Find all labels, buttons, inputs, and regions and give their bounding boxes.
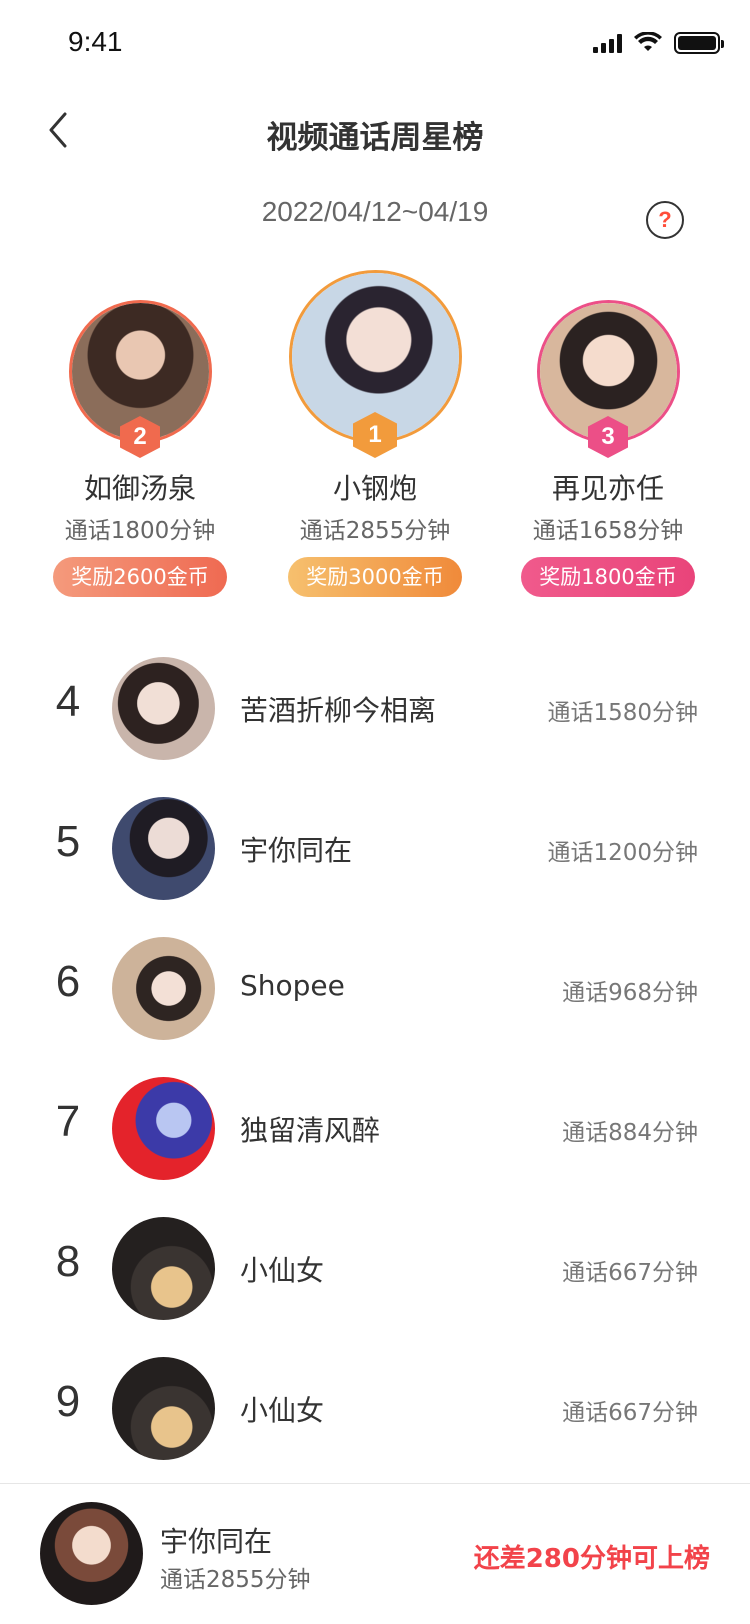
rank-number: 9 [55,1377,81,1426]
gap-to-board: 还差280分钟可上榜 [473,1544,710,1574]
rank-number: 8 [55,1237,81,1286]
rank-number: 4 [55,677,81,726]
my-name: 宇你同在 [160,1525,273,1558]
avatar: 3 [536,300,680,458]
podium-minutes: 通话1800分钟 [64,518,216,544]
wifi-icon [634,32,662,51]
my-minutes: 通话2855分钟 [160,1567,311,1593]
list-item[interactable]: 9 小仙女 通话667分钟 [0,1357,750,1467]
podium-minutes: 通话2855分钟 [299,518,451,544]
podium-rank-1[interactable]: 1 小钢炮 通话2855分钟 奖励3000金币 [275,270,475,597]
call-minutes: 通话968分钟 [562,980,698,1006]
user-name: 苦酒折柳今相离 [240,694,437,727]
reward-badge: 奖励3000金币 [288,557,462,597]
user-name: 小仙女 [240,1254,325,1287]
user-name: 宇你同在 [240,834,353,867]
podium-minutes: 通话1658分钟 [532,518,684,544]
battery-icon [674,32,724,54]
list-item[interactable]: 5 宇你同在 通话1200分钟 [0,797,750,907]
reward-badge: 奖励1800金币 [521,557,695,597]
status-icons [593,32,724,54]
call-minutes: 通话1580分钟 [547,700,698,726]
avatar: 2 [68,300,212,458]
list-item[interactable]: 7 独留清风醉 通话884分钟 [0,1077,750,1187]
podium-name: 如御汤泉 [83,472,196,505]
podium-rank-2[interactable]: 2 如御汤泉 通话1800分钟 奖励2600金币 [40,300,240,597]
signal-icon [593,33,622,53]
rank-number: 5 [55,817,81,866]
page-title: 视频通话周星榜 [266,120,484,156]
my-rank-bar[interactable]: 宇你同在 通话2855分钟 还差280分钟可上榜 [0,1483,750,1624]
user-name: Shopee [240,969,345,1002]
podium-name: 小钢炮 [332,472,417,505]
rank-number: 6 [55,957,81,1006]
call-minutes: 通话1200分钟 [547,840,698,866]
list-item[interactable]: 8 小仙女 通话667分钟 [0,1217,750,1327]
avatar [112,657,215,760]
date-range: 2022/04/12~04/19 [261,196,489,227]
avatar [112,1357,215,1460]
user-name: 小仙女 [240,1394,325,1427]
help-circle-icon[interactable]: ? [646,201,684,239]
podium-name: 再见亦任 [551,472,664,505]
call-minutes: 通话667分钟 [562,1260,698,1286]
avatar [112,1077,215,1180]
user-name: 独留清风醉 [240,1114,381,1147]
reward-badge: 奖励2600金币 [53,557,227,597]
avatar [112,1217,215,1320]
list-item[interactable]: 4 苦酒折柳今相离 通话1580分钟 [0,657,750,767]
avatar [112,937,215,1040]
rank-number: 7 [55,1097,81,1146]
podium-rank-3[interactable]: 3 再见亦任 通话1658分钟 奖励1800金币 [508,300,708,597]
call-minutes: 通话884分钟 [562,1120,698,1146]
status-time: 9:41 [68,26,123,57]
avatar [112,797,215,900]
avatar: 1 [288,270,462,458]
call-minutes: 通话667分钟 [562,1400,698,1426]
avatar [40,1502,143,1605]
list-item[interactable]: 6 Shopee 通话968分钟 [0,937,750,1047]
